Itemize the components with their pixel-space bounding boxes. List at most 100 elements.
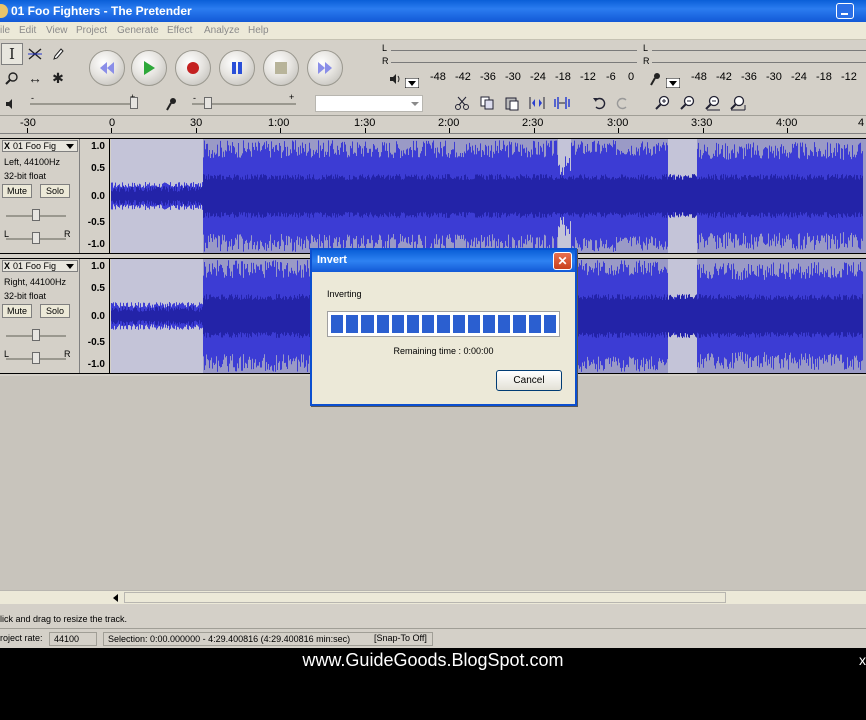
output-volume-slider[interactable] [130, 97, 138, 109]
pause-button[interactable] [219, 50, 255, 86]
multi-tool-icon[interactable]: ✱ [47, 67, 69, 89]
skip-to-start-button[interactable] [89, 50, 125, 86]
input-volume-slider[interactable] [204, 97, 212, 109]
microphone-icon [647, 70, 665, 88]
progress-fill [331, 315, 557, 333]
mute-button[interactable]: Mute [2, 304, 32, 318]
output-minus: - [31, 93, 34, 103]
progress-segment [407, 315, 420, 333]
ruler-mark [534, 128, 535, 133]
gain-slider[interactable] [32, 209, 40, 221]
record-meter-menu-icon[interactable] [664, 74, 682, 92]
track-menu-arrow-icon[interactable] [66, 264, 74, 269]
track-name-menu[interactable]: X 01 Foo Fig [2, 260, 78, 272]
meter-rec-r-bar [652, 62, 866, 63]
scrollbar-thumb[interactable] [124, 592, 726, 603]
trim-icon[interactable] [526, 93, 548, 113]
pan-slider[interactable] [32, 352, 40, 364]
track-control-panel: X 01 Foo Fig Right, 44100Hz 32-bit float… [0, 259, 80, 373]
ruler-mark [787, 128, 788, 133]
progress-segment [467, 315, 481, 333]
menu-analyze[interactable]: Analyze [204, 25, 240, 36]
record-button[interactable] [175, 50, 211, 86]
audio-track-left[interactable]: X 01 Foo Fig Left, 44100Hz 32-bit float … [0, 138, 866, 254]
menu-view[interactable]: View [46, 25, 68, 36]
envelope-tool-icon[interactable] [24, 43, 46, 65]
zoom-out-icon[interactable] [677, 93, 699, 113]
progress-segment [543, 315, 557, 333]
dialog-message: Inverting [327, 289, 362, 299]
mute-button[interactable]: Mute [2, 184, 32, 198]
scale-label: 1.0 [91, 261, 105, 272]
scale-label: -1.0 [87, 239, 105, 250]
play-meter-menu-icon[interactable] [403, 74, 421, 92]
fit-project-icon[interactable] [727, 93, 749, 113]
silence-icon[interactable] [551, 93, 573, 113]
progress-segment [528, 315, 541, 333]
status-bar: lick and drag to resize the track. [0, 612, 866, 626]
play-tick-6: -18 [555, 71, 571, 83]
copy-icon[interactable] [476, 93, 498, 113]
horizontal-scrollbar[interactable] [0, 590, 866, 604]
menu-edit[interactable]: Edit [19, 25, 36, 36]
progress-segment [437, 315, 450, 333]
pan-slider[interactable] [32, 232, 40, 244]
timeshift-tool-icon[interactable]: ↔ [24, 67, 46, 89]
track-menu-arrow-icon[interactable] [66, 144, 74, 149]
cancel-button[interactable]: Cancel [496, 370, 562, 391]
project-rate-field[interactable]: 44100 [49, 632, 97, 646]
zoom-in-icon[interactable] [652, 93, 674, 113]
play-button[interactable] [131, 50, 167, 86]
redo-icon[interactable] [612, 93, 634, 113]
paste-icon[interactable] [501, 93, 523, 113]
scroll-left-icon[interactable] [113, 594, 118, 602]
ruler-tick: 2:30 [522, 117, 544, 129]
track-format: 32-bit float [4, 171, 47, 181]
menu-generate[interactable]: Generate [117, 25, 159, 36]
solo-button[interactable]: Solo [40, 304, 70, 318]
progress-segment [391, 315, 405, 333]
minimize-button[interactable] [836, 3, 854, 19]
track-name-menu[interactable]: X 01 Foo Fig [2, 140, 78, 152]
track-close-icon[interactable]: X [4, 141, 10, 151]
menu-project[interactable]: Project [76, 25, 107, 36]
waveform-rms-path [111, 174, 863, 218]
close-icon[interactable]: ✕ [553, 252, 572, 270]
timeline-ruler[interactable]: -30 0 30 1:00 1:30 2:00 2:30 3:00 3:30 4… [0, 116, 866, 134]
undo-icon[interactable] [588, 93, 610, 113]
rec-tick-5: -24 [791, 71, 807, 83]
menu-file[interactable]: ile [0, 25, 10, 36]
scale-label: 0.5 [91, 283, 105, 294]
output-volume-icon [2, 95, 20, 113]
ruler-mark [618, 128, 619, 133]
play-tick-5: -24 [530, 71, 546, 83]
skip-to-end-button[interactable] [307, 50, 343, 86]
menu-effect[interactable]: Effect [167, 25, 192, 36]
input-source-dropdown[interactable] [315, 95, 423, 112]
selection-bar: roject rate: 44100 Selection: 0:00.00000… [0, 628, 866, 648]
selection-tool-icon[interactable]: I [1, 43, 23, 65]
input-volume-icon [163, 95, 181, 113]
stop-button[interactable] [263, 50, 299, 86]
gain-slider[interactable] [32, 329, 40, 341]
dialog-title: Invert [317, 254, 347, 266]
fit-selection-icon[interactable] [702, 93, 724, 113]
solo-button[interactable]: Solo [40, 184, 70, 198]
meter-play-r: R [382, 56, 389, 66]
track-close-icon[interactable]: X [4, 261, 10, 271]
track-control-panel: X 01 Foo Fig Left, 44100Hz 32-bit float … [0, 139, 80, 253]
zoom-tool-icon[interactable] [1, 67, 23, 89]
meter-rec-r: R [643, 56, 650, 66]
track-name: 01 Foo Fig [13, 141, 57, 151]
waveform-left[interactable] [111, 139, 866, 253]
cut-icon[interactable] [451, 93, 473, 113]
menu-bar: ile Edit View Project Generate Effect An… [0, 22, 866, 40]
invert-progress-dialog: Invert ✕ Inverting Remaining time : 0:00… [310, 248, 577, 406]
play-tick-4: -30 [505, 71, 521, 83]
ruler-mark [703, 128, 704, 133]
status-hint: lick and drag to resize the track. [0, 614, 128, 624]
menu-help[interactable]: Help [248, 25, 269, 36]
pencil-icon[interactable] [47, 43, 69, 65]
empty-track-area[interactable] [0, 376, 866, 590]
scale-label: -0.5 [87, 217, 105, 228]
